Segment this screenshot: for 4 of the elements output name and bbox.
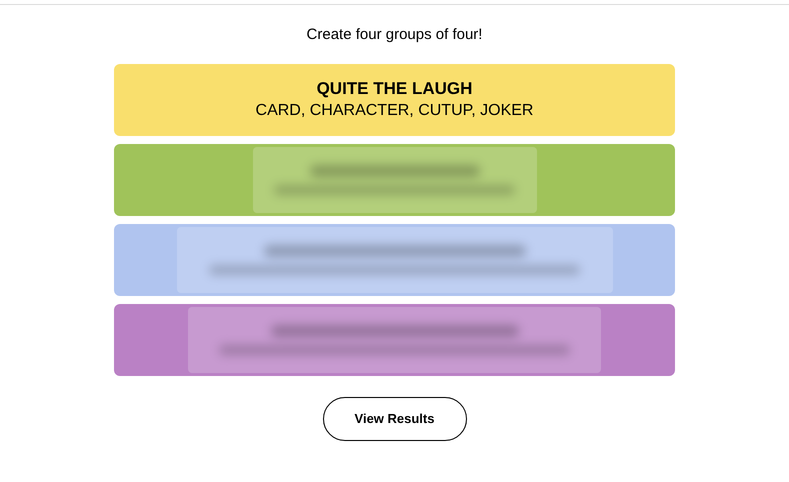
instructions: Create four groups of four! <box>306 25 482 45</box>
group-title: QUITE THE LAUGH <box>316 78 472 100</box>
view-results-button[interactable]: View Results <box>322 397 466 441</box>
group-members: CARD, CHARACTER, CUTUP, JOKER <box>256 101 534 121</box>
